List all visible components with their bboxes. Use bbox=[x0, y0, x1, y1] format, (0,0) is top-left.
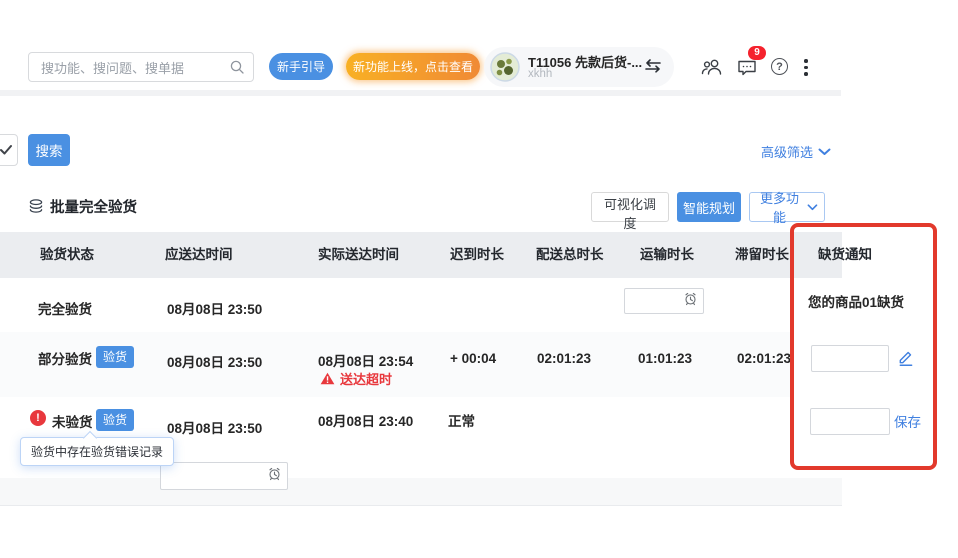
row1-due-time: 08月08日 23:50 bbox=[167, 298, 262, 318]
col-header-shortage: 缺货通知 bbox=[818, 232, 872, 278]
card-bottom-edge bbox=[0, 505, 842, 506]
row1-time-field bbox=[624, 288, 704, 314]
bottom-time-field bbox=[160, 462, 288, 490]
row2-due-time: 08月08日 23:50 bbox=[167, 351, 262, 371]
col-header-transport: 运输时长 bbox=[640, 232, 694, 278]
warning-triangle-icon bbox=[320, 372, 335, 385]
advanced-filter-toggle[interactable]: 高级筛选 bbox=[761, 142, 831, 161]
more-functions-button[interactable]: 更多功能 bbox=[749, 192, 825, 222]
table-header-band bbox=[0, 232, 842, 278]
batch-layers-icon bbox=[28, 198, 44, 220]
row3-late-duration: 正常 bbox=[448, 410, 475, 430]
clock-icon[interactable] bbox=[267, 466, 282, 486]
help-icon[interactable]: ? bbox=[771, 58, 788, 75]
row1-shortage-notice: 您的商品01缺货 bbox=[808, 291, 904, 311]
clock-icon[interactable] bbox=[683, 291, 698, 311]
col-header-actual: 实际送达时间 bbox=[318, 232, 399, 278]
switch-account-icon[interactable] bbox=[644, 59, 662, 78]
row2-total-duration: 02:01:23 bbox=[537, 351, 591, 366]
row2-overtime-warning: 送达超时 bbox=[320, 369, 392, 388]
filter-checkbox-fragment[interactable] bbox=[0, 134, 18, 166]
row2-transport-duration: 01:01:23 bbox=[638, 351, 692, 366]
row3-actual-time: 08月08日 23:40 bbox=[318, 410, 413, 430]
col-header-due: 应送达时间 bbox=[165, 232, 233, 278]
row2-shortage-input[interactable] bbox=[812, 346, 888, 371]
check-icon bbox=[0, 144, 13, 156]
chevron-down-icon bbox=[807, 204, 818, 211]
new-feature-promo-button[interactable]: 新功能上线，点击查看 bbox=[346, 53, 480, 80]
row2-status: 部分验货 bbox=[38, 348, 92, 368]
more-functions-label: 更多功能 bbox=[756, 188, 803, 226]
row2-late-duration: + 00:04 bbox=[450, 351, 496, 366]
row2-overtime-label: 送达超时 bbox=[340, 369, 392, 388]
tooltip-text: 验货中存在验货错误记录 bbox=[31, 445, 163, 459]
row2-shortage-field bbox=[811, 345, 889, 372]
app-window: 新手引导 新功能上线，点击查看 T11056 先款后货-... xkhh 9 ? bbox=[0, 0, 958, 558]
row3-due-time: 08月08日 23:50 bbox=[167, 417, 262, 437]
visual-dispatch-button[interactable]: 可视化调度 bbox=[591, 192, 669, 222]
topbar-divider bbox=[0, 90, 841, 96]
col-header-status: 验货状态 bbox=[40, 232, 94, 278]
account-subname: xkhh bbox=[528, 68, 552, 80]
col-header-late: 迟到时长 bbox=[450, 232, 504, 278]
more-menu-icon[interactable] bbox=[804, 59, 808, 76]
col-header-total: 配送总时长 bbox=[536, 232, 604, 278]
row2-stay-duration: 02:01:23 bbox=[737, 351, 791, 366]
avatar[interactable] bbox=[490, 52, 520, 82]
smart-planning-button[interactable]: 智能规划 bbox=[677, 192, 741, 222]
row3-shortage-input[interactable] bbox=[811, 409, 889, 434]
table-footer-band bbox=[0, 478, 842, 505]
error-circle-icon: ! bbox=[30, 410, 46, 426]
global-search-input[interactable] bbox=[39, 54, 223, 82]
beginner-guide-button[interactable]: 新手引导 bbox=[269, 53, 333, 80]
row2-inspect-button[interactable]: 验货 bbox=[96, 346, 134, 368]
row3-shortage-field bbox=[810, 408, 890, 435]
contacts-icon[interactable] bbox=[701, 58, 723, 80]
inspection-error-tooltip: 验货中存在验货错误记录 bbox=[20, 437, 174, 466]
row3-inspect-button[interactable]: 验货 bbox=[96, 409, 134, 431]
edit-pencil-icon[interactable] bbox=[897, 349, 914, 371]
search-button[interactable]: 搜索 bbox=[28, 134, 70, 166]
messages-icon[interactable] bbox=[737, 59, 757, 81]
save-link[interactable]: 保存 bbox=[894, 411, 921, 431]
advanced-filter-label: 高级筛选 bbox=[761, 142, 813, 161]
col-header-stay: 滞留时长 bbox=[735, 232, 789, 278]
chevron-down-icon bbox=[818, 148, 831, 156]
row1-status: 完全验货 bbox=[38, 298, 92, 318]
message-count-badge: 9 bbox=[748, 46, 766, 60]
search-icon[interactable] bbox=[229, 59, 245, 80]
global-search bbox=[28, 52, 254, 82]
row2-actual-time: 08月08日 23:54 bbox=[318, 350, 413, 370]
section-title: 批量完全验货 bbox=[50, 196, 137, 217]
tooltip-arrow bbox=[83, 431, 97, 445]
row3-status: 未验货 bbox=[52, 411, 93, 431]
